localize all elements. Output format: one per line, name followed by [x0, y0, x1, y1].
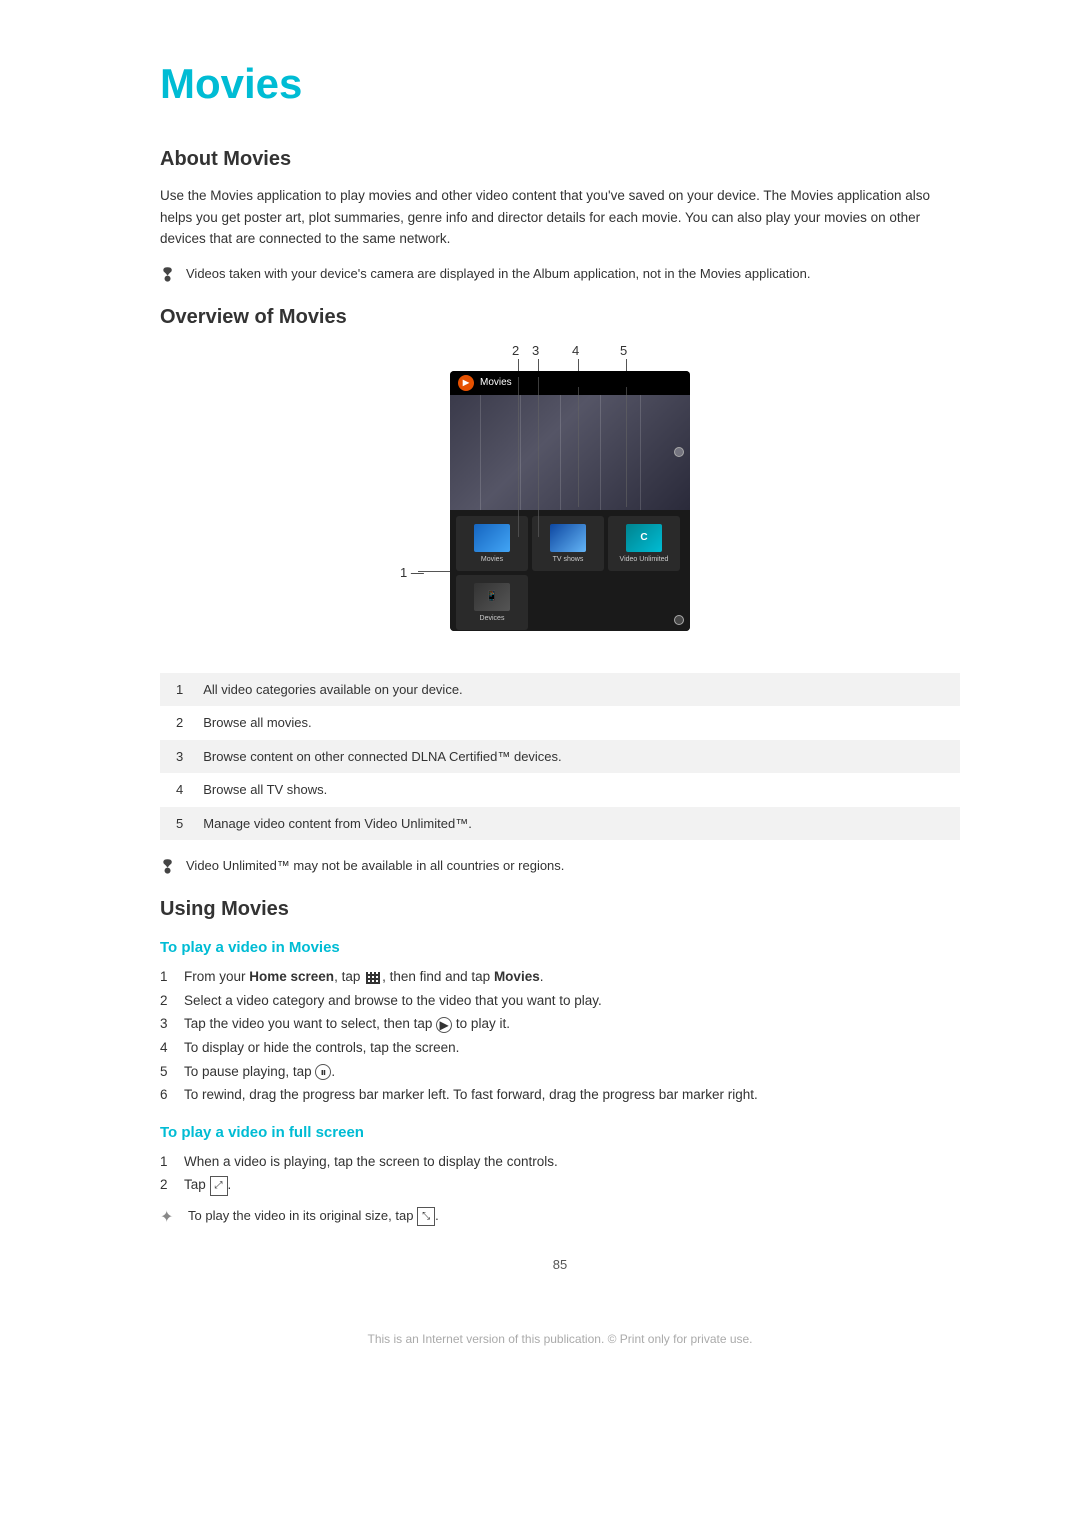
- table-row: 3 Browse content on other connected DLNA…: [160, 740, 960, 774]
- tip-text: To play the video in its original size, …: [188, 1206, 439, 1226]
- using-movies-section: Using Movies To play a video in Movies 1…: [160, 898, 960, 1227]
- pause-icon: ⏸: [315, 1064, 331, 1080]
- page-number: 85: [160, 1257, 960, 1272]
- step-text: When a video is playing, tap the screen …: [184, 1151, 960, 1173]
- overview-table: 1 All video categories available on your…: [160, 673, 960, 841]
- label-1-dash: —: [411, 565, 424, 580]
- label-2: 2: [512, 343, 519, 358]
- label-5: 5: [620, 343, 627, 358]
- step-num: 6: [160, 1084, 174, 1106]
- callout-line-5: [626, 387, 627, 507]
- about-movies-body: Use the Movies application to play movie…: [160, 185, 960, 250]
- overview-section: Overview of Movies 2 3 4 5: [160, 306, 960, 879]
- label-4: 4: [572, 343, 579, 358]
- callout-line-4: [578, 387, 579, 507]
- table-cell-num: 4: [160, 773, 193, 807]
- label-3: 3: [532, 343, 539, 358]
- step-text: To pause playing, tap ⏸.: [184, 1061, 960, 1083]
- phone-screen: ▶ Movies: [450, 371, 690, 631]
- overview-note-icon: ❢: [160, 857, 176, 878]
- list-item: 5 To pause playing, tap ⏸.: [160, 1061, 960, 1083]
- step-text: To rewind, drag the progress bar marker …: [184, 1084, 960, 1106]
- diagram-container: 2 3 4 5 ▶ Mov: [160, 343, 960, 653]
- callout-line-1: [418, 571, 450, 572]
- diagram-wrapper: 2 3 4 5 ▶ Mov: [370, 343, 750, 653]
- step-num: 5: [160, 1061, 174, 1083]
- list-item: 6 To rewind, drag the progress bar marke…: [160, 1084, 960, 1106]
- app-title-label: Movies: [480, 377, 512, 388]
- list-item: 2 Tap ⤢.: [160, 1174, 960, 1196]
- using-movies-heading: Using Movies: [160, 898, 960, 921]
- list-item: 1 When a video is playing, tap the scree…: [160, 1151, 960, 1173]
- cat-devices-label: Devices: [480, 615, 505, 622]
- table-row: 5 Manage video content from Video Unlimi…: [160, 807, 960, 841]
- category-grid: Movies TV shows C Video Unlimited: [450, 510, 690, 631]
- play-icon: ▶: [436, 1017, 452, 1033]
- play-video-subheading: To play a video in Movies: [160, 939, 960, 956]
- overview-note: ❢ Video Unlimited™ may not be available …: [160, 856, 960, 878]
- table-cell-text: Browse content on other connected DLNA C…: [193, 740, 960, 774]
- tip-icon: ✦: [160, 1207, 178, 1227]
- about-movies-note: ❢ Videos taken with your device's camera…: [160, 264, 960, 286]
- step-num: 1: [160, 966, 174, 988]
- label-1-text: 1: [400, 565, 407, 580]
- table-row: 4 Browse all TV shows.: [160, 773, 960, 807]
- number-labels: 2 3 4 5: [490, 343, 770, 373]
- step-text: Tap the video you want to select, then t…: [184, 1013, 960, 1035]
- table-cell-text: All video categories available on your d…: [193, 673, 960, 707]
- full-screen-steps: 1 When a video is playing, tap the scree…: [160, 1151, 960, 1196]
- step-text: To display or hide the controls, tap the…: [184, 1037, 960, 1059]
- cat-videounlimited-label: Video Unlimited: [620, 556, 669, 563]
- overview-heading: Overview of Movies: [160, 306, 960, 329]
- list-item: 2 Select a video category and browse to …: [160, 990, 960, 1012]
- step-text: Select a video category and browse to th…: [184, 990, 960, 1012]
- page-title: Movies: [160, 60, 960, 108]
- step-num: 1: [160, 1151, 174, 1173]
- table-cell-num: 1: [160, 673, 193, 707]
- original-size-icon: ⤡: [417, 1207, 435, 1227]
- note-icon: ❢: [160, 265, 176, 286]
- table-cell-text: Browse all movies.: [193, 706, 960, 740]
- full-screen-subheading: To play a video in full screen: [160, 1124, 960, 1141]
- table-row: 1 All video categories available on your…: [160, 673, 960, 707]
- list-item: 3 Tap the video you want to select, then…: [160, 1013, 960, 1035]
- about-movies-section: About Movies Use the Movies application …: [160, 148, 960, 286]
- page-footer: This is an Internet version of this publ…: [160, 1332, 960, 1346]
- fullscreen-icon: ⤢: [210, 1176, 228, 1196]
- scroll-circle-top: [674, 447, 684, 457]
- cat-tvshows-label: TV shows: [553, 556, 584, 563]
- table-row: 2 Browse all movies.: [160, 706, 960, 740]
- step-text: Tap ⤢.: [184, 1174, 960, 1196]
- about-movies-note-text: Videos taken with your device's camera a…: [186, 264, 810, 284]
- step-text: From your Home screen, tap , then find a…: [184, 966, 960, 988]
- play-video-steps: 1 From your Home screen, tap , then find…: [160, 966, 960, 1106]
- table-cell-text: Browse all TV shows.: [193, 773, 960, 807]
- list-item: 4 To display or hide the controls, tap t…: [160, 1037, 960, 1059]
- step-num: 3: [160, 1013, 174, 1035]
- cat-devices: 📱 Devices: [456, 575, 528, 630]
- phone-top-bar: ▶ Movies: [450, 371, 690, 395]
- scroll-circle-bottom: [674, 615, 684, 625]
- label-1: 1 —: [400, 565, 424, 580]
- app-icon: ▶: [458, 375, 474, 391]
- overview-note-text: Video Unlimited™ may not be available in…: [186, 856, 564, 876]
- film-strip: [450, 395, 690, 510]
- about-movies-heading: About Movies: [160, 148, 960, 171]
- cat-videounlimited: C Video Unlimited: [608, 516, 680, 571]
- cat-tvshows: TV shows: [532, 516, 604, 571]
- step-num: 2: [160, 990, 174, 1012]
- callout-line-3: [538, 377, 539, 537]
- table-cell-text: Manage video content from Video Unlimite…: [193, 807, 960, 841]
- tip-block: ✦ To play the video in its original size…: [160, 1206, 960, 1227]
- table-cell-num: 5: [160, 807, 193, 841]
- cat-movies-label: Movies: [481, 556, 503, 563]
- step-num: 2: [160, 1174, 174, 1196]
- table-cell-num: 2: [160, 706, 193, 740]
- list-item: 1 From your Home screen, tap , then find…: [160, 966, 960, 988]
- step-num: 4: [160, 1037, 174, 1059]
- table-cell-num: 3: [160, 740, 193, 774]
- callout-line-2: [518, 377, 519, 537]
